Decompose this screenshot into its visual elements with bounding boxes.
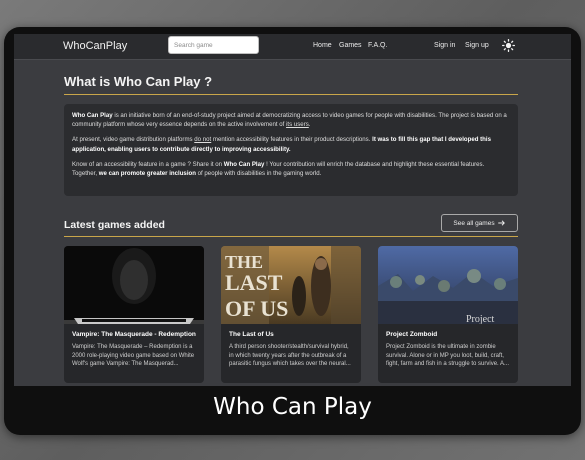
- svg-text:LAST: LAST: [225, 270, 283, 295]
- see-all-games-button[interactable]: See all games: [441, 214, 518, 232]
- brand-mention: Who Can Play: [72, 112, 113, 119]
- game-thumbnail: Project: [378, 246, 518, 324]
- about-paragraph-3: Know of an accessibility feature in a ga…: [72, 160, 485, 178]
- users-link[interactable]: its users: [286, 121, 309, 128]
- see-all-label: See all games: [453, 219, 495, 227]
- search-input[interactable]: [168, 36, 259, 54]
- card-body: Project Zomboid Project Zomboid is the u…: [386, 330, 512, 369]
- svg-text:Project: Project: [466, 314, 495, 324]
- svg-text:THE: THE: [225, 252, 263, 272]
- browser-screen: WhoCanPlay Home Games F.A.Q. Sign in Sig…: [14, 34, 571, 386]
- emphasis-do-not: do not: [194, 136, 212, 144]
- game-description: Vampire: The Masquerade – Redemption is …: [72, 344, 195, 367]
- game-title[interactable]: The Last of Us: [229, 330, 355, 339]
- about-title: What is Who Can Play ?: [64, 74, 213, 89]
- latest-games-title: Latest games added: [64, 219, 165, 231]
- sign-in-link[interactable]: Sign in: [434, 42, 455, 49]
- section-divider: [64, 236, 518, 237]
- arrow-right-icon: [497, 220, 505, 226]
- card-body: The Last of Us A third person shooter/st…: [229, 330, 355, 369]
- game-card-last-of-us[interactable]: THE LAST OF US The Last of Us A third pe…: [221, 246, 361, 383]
- nav-faq[interactable]: F.A.Q.: [368, 42, 387, 49]
- brand-logo[interactable]: WhoCanPlay: [63, 40, 127, 52]
- game-card-vampire[interactable]: Vampire: The Masquerade - Redemption Vam…: [64, 246, 204, 383]
- sign-up-link[interactable]: Sign up: [465, 42, 489, 49]
- game-description: A third person shooter/stealth/survival …: [229, 344, 351, 367]
- title-divider: [64, 94, 518, 95]
- caption: Who Can Play: [213, 394, 372, 420]
- nav-home[interactable]: Home: [313, 42, 332, 49]
- game-card-project-zomboid[interactable]: Project Project Zomboid Project Zomboid …: [378, 246, 518, 383]
- navbar: WhoCanPlay Home Games F.A.Q. Sign in Sig…: [14, 34, 571, 60]
- brand-mention: Who Can Play: [223, 160, 265, 168]
- svg-text:OF US: OF US: [225, 296, 288, 321]
- game-title[interactable]: Project Zomboid: [386, 330, 512, 339]
- game-thumbnail: [64, 246, 204, 324]
- about-box: Who Can Play is an initiative born of an…: [64, 104, 518, 196]
- game-thumbnail: THE LAST OF US: [221, 246, 361, 324]
- about-paragraph-2: At present, video game distribution plat…: [72, 136, 491, 153]
- game-description: Project Zomboid is the ultimate in zombi…: [386, 344, 510, 367]
- card-body: Vampire: The Masquerade - Redemption Vam…: [72, 330, 198, 369]
- sun-icon[interactable]: [502, 39, 515, 52]
- nav-games[interactable]: Games: [339, 42, 362, 49]
- game-title[interactable]: Vampire: The Masquerade - Redemption: [72, 330, 198, 339]
- about-paragraph-1: Who Can Play is an initiative born of an…: [72, 112, 507, 129]
